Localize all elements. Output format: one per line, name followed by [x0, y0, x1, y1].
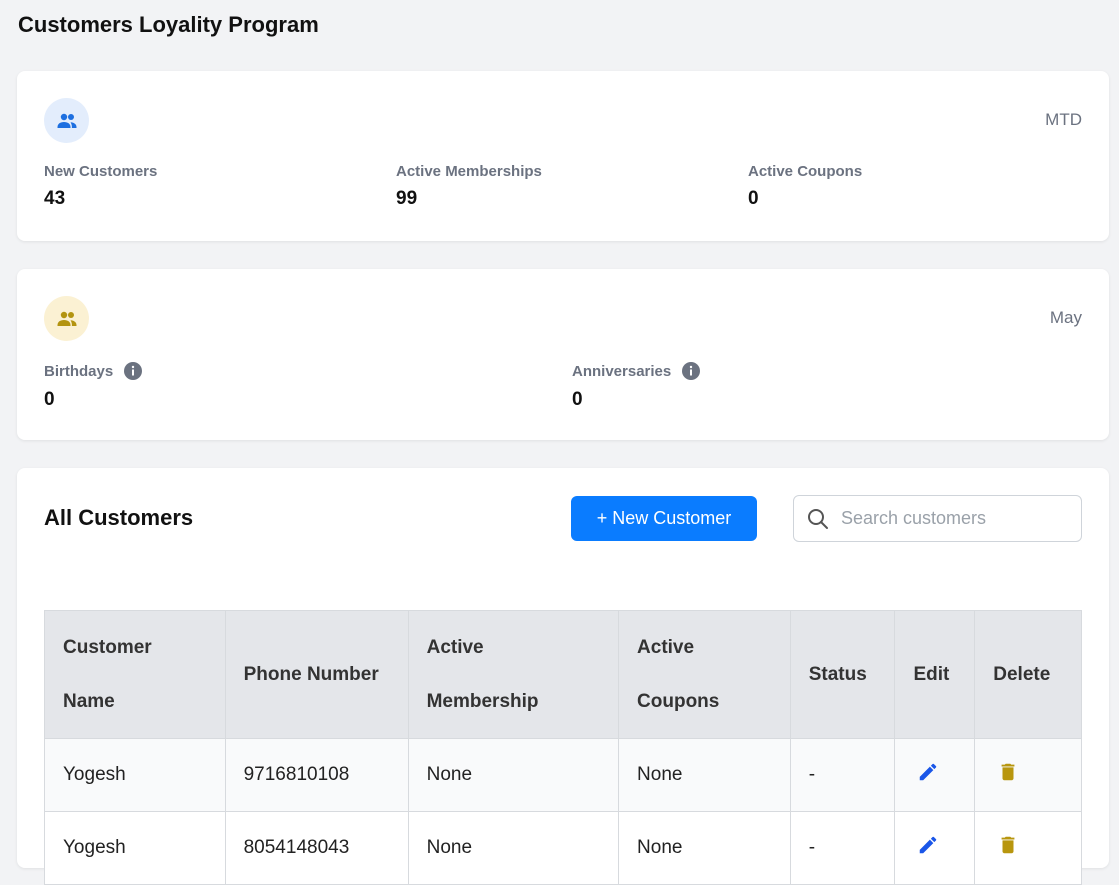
table-header-row: Customer Name Phone Number Active Member…	[44, 610, 1082, 739]
events-card: May Birthdays 0 Anniversaries 0	[17, 269, 1109, 440]
stat-label: New Customers	[44, 163, 158, 180]
stat-label-row: Birthdays	[44, 361, 143, 381]
stat-active-coupons: Active Coupons 0	[748, 163, 862, 210]
stat-label: Active Coupons	[748, 163, 863, 180]
column-header: Edit	[894, 610, 976, 739]
pencil-icon[interactable]	[917, 761, 939, 783]
edit-cell	[894, 811, 976, 885]
customers-card: All Customers + New Customer Customer Na…	[17, 468, 1109, 885]
column-header: Delete	[974, 610, 1082, 739]
customer-name: Yogesh	[44, 738, 226, 812]
column-header[interactable]: Status	[789, 610, 896, 739]
info-icon[interactable]	[681, 361, 701, 381]
column-header[interactable]: Customer Name	[44, 610, 226, 739]
delete-cell	[974, 738, 1082, 812]
stat-label: Birthdays	[44, 362, 114, 380]
stat-label: Anniversaries	[572, 362, 672, 380]
stat-new-customers: New Customers 43	[44, 163, 157, 210]
active-coupons: None	[618, 811, 791, 885]
stat-value: 0	[44, 389, 55, 410]
stat-birthdays: Birthdays 0	[44, 361, 143, 411]
people-icon	[44, 296, 89, 341]
stat-value: 99	[396, 188, 418, 209]
search-box[interactable]	[793, 495, 1082, 542]
delete-cell	[974, 811, 1082, 885]
pencil-icon[interactable]	[917, 834, 939, 856]
active-membership: None	[407, 811, 620, 885]
summary-card: MTD New Customers 43 Active Memberships …	[17, 71, 1109, 241]
phone-number: 9716810108	[224, 738, 409, 812]
stat-active-memberships: Active Memberships 99	[396, 163, 542, 210]
status: -	[789, 738, 896, 812]
status: -	[789, 811, 896, 885]
stat-value: 0	[572, 389, 583, 410]
stat-label: Active Memberships	[396, 163, 542, 180]
new-customer-button[interactable]: + New Customer	[571, 496, 757, 541]
table-row[interactable]: Yogesh 8054148043 None None -	[44, 811, 1082, 885]
stat-label-row: Anniversaries	[572, 361, 701, 381]
info-icon[interactable]	[123, 361, 143, 381]
people-icon	[44, 98, 89, 143]
stat-anniversaries: Anniversaries 0	[572, 361, 701, 411]
customers-table: Customer Name Phone Number Active Member…	[44, 610, 1082, 885]
customer-name: Yogesh	[44, 811, 226, 885]
stat-value: 43	[44, 188, 66, 209]
trash-icon[interactable]	[997, 761, 1019, 783]
column-header[interactable]: Phone Number	[224, 610, 409, 739]
active-coupons: None	[618, 738, 791, 812]
period-label: MTD	[1045, 110, 1082, 129]
section-title: All Customers	[44, 505, 194, 530]
edit-cell	[894, 738, 976, 812]
trash-icon[interactable]	[997, 834, 1019, 856]
stat-value: 0	[748, 188, 759, 209]
active-membership: None	[407, 738, 620, 812]
search-input[interactable]	[839, 507, 1073, 530]
column-header[interactable]: Active Membership	[407, 610, 620, 739]
search-icon	[807, 508, 829, 530]
column-header[interactable]: Active Coupons	[618, 610, 791, 739]
page-title: Customers Loyality Program	[18, 12, 319, 37]
phone-number: 8054148043	[224, 811, 409, 885]
table-row[interactable]: Yogesh 9716810108 None None -	[44, 738, 1082, 812]
period-label: May	[1049, 308, 1082, 327]
